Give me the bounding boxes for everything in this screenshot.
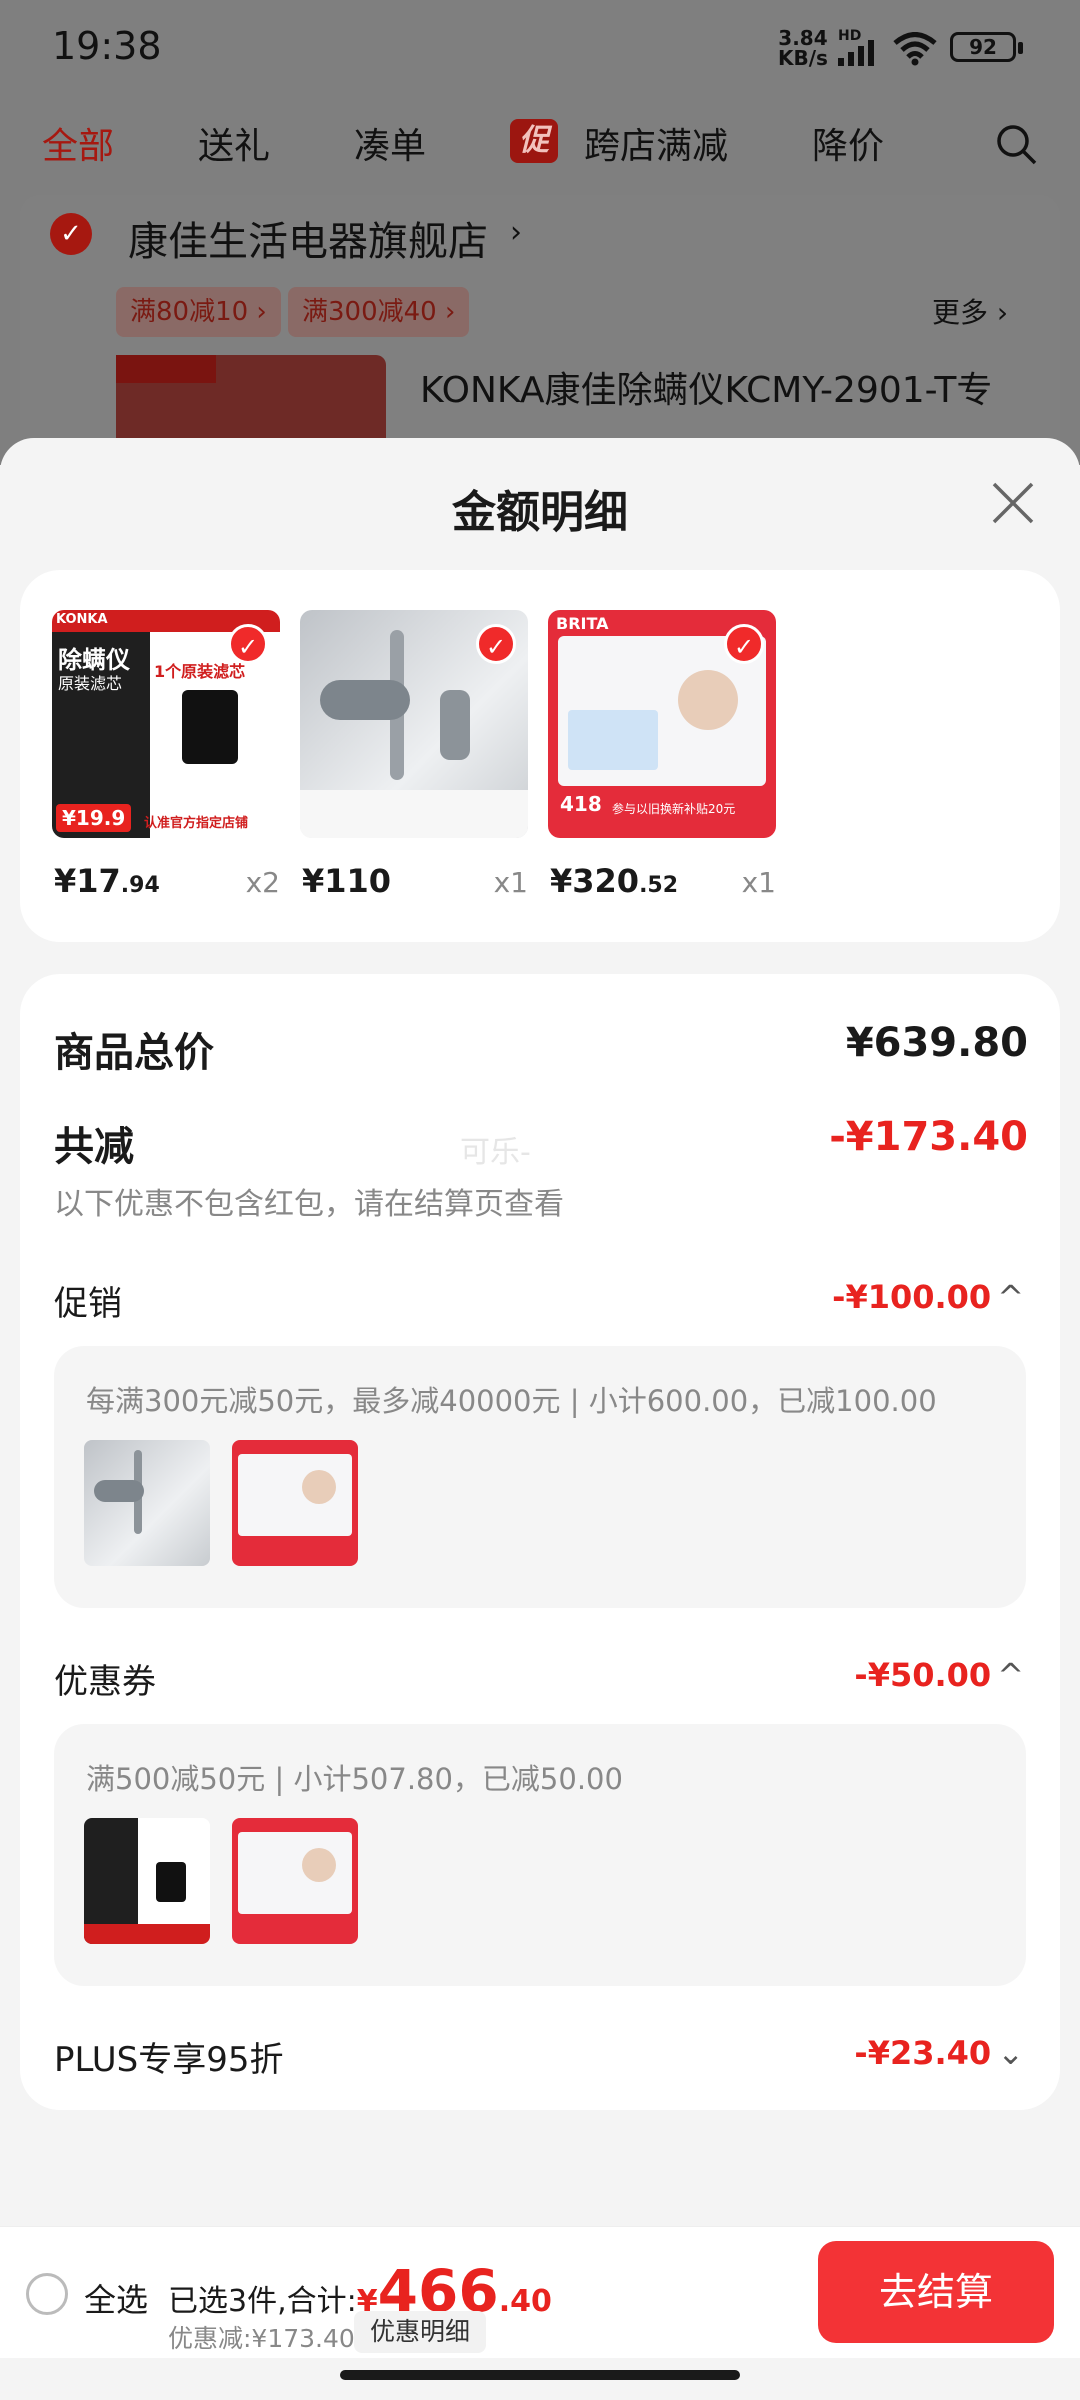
product-quantity: x1 xyxy=(493,866,528,899)
battery-icon: 92 xyxy=(950,32,1023,62)
coupon-description: 满500减50元 | 小计507.80，已减50.00 xyxy=(86,1762,623,1796)
plus-discount-label: PLUS专享95折 xyxy=(54,2040,284,2080)
chevron-down-icon: ⌄ xyxy=(997,2034,1024,2072)
product-image: ✓ xyxy=(300,610,528,838)
checked-icon: ✓ xyxy=(724,624,764,664)
selected-count-text: 已选3件,合计: xyxy=(168,2284,357,2319)
watermark: 可乐- xyxy=(460,1135,531,1170)
product-image: BRITA 418 参与以旧换新补贴20元 ✓ xyxy=(548,610,776,838)
promotion-detail-box: 每满300元减50元，最多减40000元 | 小计600.00，已减100.00 xyxy=(54,1346,1026,1608)
checkout-bar: 全选 已选3件,合计:¥466.40 优惠减:¥173.40 优惠明细 去结算 xyxy=(0,2226,1080,2358)
tab-all[interactable]: 全部 xyxy=(42,117,114,169)
promotion-description: 每满300元减50元，最多减40000元 | 小计600.00，已减100.00 xyxy=(86,1384,937,1418)
product-quantity: x1 xyxy=(741,866,776,899)
plus-discount-value[interactable]: -¥23.40 ⌄ xyxy=(854,2034,1024,2072)
product-item[interactable]: ✓ ¥110 x1 xyxy=(300,610,528,900)
selected-products-card: KONKA 除螨仪 原装滤芯 1个原装滤芯 ¥19.9 认准官方指定店铺 ✓ ¥… xyxy=(20,570,1060,942)
close-icon[interactable] xyxy=(990,480,1036,526)
network-speed-unit: KB/s xyxy=(778,46,828,70)
coupon-product-thumbnail[interactable] xyxy=(232,1818,358,1944)
home-indicator[interactable] xyxy=(340,2370,740,2380)
background-page: 全部 送礼 凑单 促 跨店满减 降价 ✓ 康佳生活电器旗舰店 › 满80减10 … xyxy=(0,95,1080,495)
product-item[interactable]: BRITA 418 参与以旧换新补贴20元 ✓ ¥320.52 x1 xyxy=(548,610,776,900)
sheet-title: 金额明细 xyxy=(452,487,628,538)
signal-icon xyxy=(838,40,874,66)
tab-gift[interactable]: 送礼 xyxy=(198,117,270,169)
tab-price-drop[interactable]: 降价 xyxy=(812,117,884,169)
product-price: ¥17.94 xyxy=(54,862,160,900)
wifi-icon xyxy=(893,32,937,66)
network-speed: 3.84 KB/s xyxy=(778,28,828,68)
amount-detail-sheet: 金额明细 KONKA 除螨仪 原装滤芯 1个原装滤芯 ¥19.9 认准官方指定店… xyxy=(0,438,1080,2400)
checked-icon: ✓ xyxy=(476,624,516,664)
product-price: ¥110 xyxy=(302,862,392,900)
store-check-icon[interactable]: ✓ xyxy=(50,213,92,255)
product-title[interactable]: KONKA康佳除螨仪KCMY-2901-T专 xyxy=(420,361,992,413)
product-price: ¥320.52 xyxy=(550,862,679,900)
coupon-product-thumbnail[interactable] xyxy=(84,1818,210,1944)
product-quantity: x2 xyxy=(245,866,280,899)
total-reduce-label: 共减 xyxy=(54,1124,134,1170)
promotion-label: 促销 xyxy=(54,1284,122,1324)
discount-note: 以下优惠不包含红包，请在结算页查看 xyxy=(54,1187,564,1222)
chevron-up-icon: ^ xyxy=(997,1278,1024,1316)
top-tabs: 全部 送礼 凑单 促 跨店满减 降价 xyxy=(0,95,1080,190)
status-bar: 19:38 3.84 KB/s HD 92 xyxy=(0,0,1080,95)
product-image: KONKA 除螨仪 原装滤芯 1个原装滤芯 ¥19.9 认准官方指定店铺 ✓ xyxy=(52,610,280,838)
store-coupon-pill[interactable]: 满300减40 › xyxy=(288,287,470,337)
product-image-text: 1个原装滤芯 xyxy=(154,662,246,681)
promo-tag-icon: 促 xyxy=(510,119,558,163)
brand-logo: BRITA xyxy=(556,614,609,633)
product-item[interactable]: KONKA 除螨仪 原装滤芯 1个原装滤芯 ¥19.9 认准官方指定店铺 ✓ ¥… xyxy=(52,610,280,900)
select-all-label[interactable]: 全选 xyxy=(84,2275,148,2321)
select-all-radio[interactable] xyxy=(26,2273,68,2315)
product-image-price: ¥19.9 xyxy=(56,804,132,832)
coupon-detail-box: 满500减50元 | 小计507.80，已减50.00 xyxy=(54,1724,1026,1986)
coupon-value[interactable]: -¥50.00 ^ xyxy=(854,1656,1024,1694)
product-image-badge: 418 xyxy=(560,792,602,816)
store-coupon-pill[interactable]: 满80减10 › xyxy=(116,287,281,337)
promotion-value[interactable]: -¥100.00 ^ xyxy=(832,1278,1024,1316)
product-image-footer: 参与以旧换新补贴20元 xyxy=(612,802,736,816)
network-speed-value: 3.84 xyxy=(778,26,828,50)
store-name[interactable]: 康佳生活电器旗舰店 xyxy=(128,209,488,267)
amount-detail-card: 商品总价 ¥639.80 共减 可乐- -¥173.40 以下优惠不包含红包，请… xyxy=(20,974,1060,2110)
total-reduce-value: -¥173.40 xyxy=(829,1114,1028,1160)
tab-combine[interactable]: 凑单 xyxy=(354,117,426,169)
total-amount-decimal: .40 xyxy=(498,2284,552,2319)
total-price-label: 商品总价 xyxy=(54,1030,214,1076)
saved-amount: 优惠减:¥173.40 xyxy=(168,2324,355,2353)
promotion-product-thumbnail[interactable] xyxy=(84,1440,210,1566)
product-image-footer: 认准官方指定店铺 xyxy=(144,816,249,831)
total-price-value: ¥639.80 xyxy=(845,1020,1028,1066)
search-icon[interactable] xyxy=(995,123,1039,167)
promotion-product-thumbnail[interactable] xyxy=(232,1440,358,1566)
checked-icon: ✓ xyxy=(228,624,268,664)
more-link[interactable]: 更多 › xyxy=(932,291,1008,331)
checkout-button[interactable]: 去结算 xyxy=(818,2241,1054,2343)
brand-logo: KONKA xyxy=(56,612,108,627)
tab-cross-store[interactable]: 跨店满减 xyxy=(584,117,728,169)
product-image-text: 原装滤芯 xyxy=(58,674,123,693)
store-chevron-icon: › xyxy=(510,215,522,250)
coupon-label: 优惠券 xyxy=(54,1662,156,1702)
status-time: 19:38 xyxy=(52,24,162,68)
discount-detail-button[interactable]: 优惠明细 xyxy=(354,2311,487,2353)
chevron-up-icon: ^ xyxy=(997,1656,1024,1694)
